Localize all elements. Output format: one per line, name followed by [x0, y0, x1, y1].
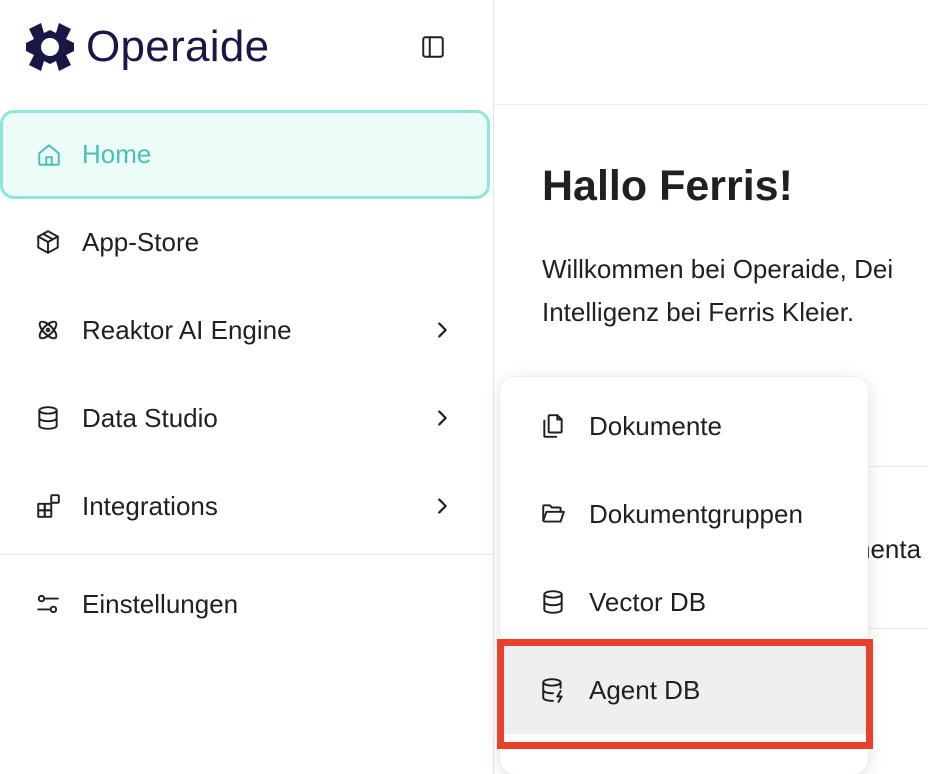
panel-left-icon — [422, 36, 444, 58]
menu-item-label: Agent DB — [589, 674, 701, 705]
files-icon — [540, 413, 566, 439]
menu-item-label: Dokumente — [589, 410, 722, 441]
package-icon — [34, 228, 62, 256]
app-window: Operaide Home App-Store Reaktor AI Engin… — [0, 0, 928, 774]
sidebar-item-label: Integrations — [82, 490, 218, 521]
database-zap-icon — [540, 677, 566, 703]
folder-open-icon — [540, 501, 566, 527]
welcome-line: Intelligenz bei Ferris Kleier. — [542, 297, 855, 327]
sidebar-item-integrations[interactable]: Integrations — [0, 463, 493, 549]
sidebar-item-label: Reaktor AI Engine — [82, 314, 292, 345]
sidebar-item-einstellungen[interactable]: Einstellungen — [0, 561, 493, 647]
sidebar: Operaide Home App-Store Reaktor AI Engin… — [0, 0, 494, 774]
sidebar-item-home[interactable]: Home — [0, 110, 490, 199]
menu-item-agent-db[interactable]: Agent DB — [500, 646, 868, 734]
chevron-right-icon[interactable] — [430, 494, 454, 518]
database-icon — [34, 404, 62, 432]
blocks-icon — [34, 492, 62, 520]
data-studio-submenu: Dokumente Dokumentgruppen Vector DB Agen… — [500, 377, 868, 774]
chevron-right-icon[interactable] — [430, 318, 454, 342]
chevron-right-icon[interactable] — [430, 406, 454, 430]
welcome-line: Willkommen bei Operaide, Dei — [542, 254, 894, 284]
sidebar-collapse-button[interactable] — [418, 32, 448, 62]
sliders-icon — [34, 590, 62, 618]
page-title: Hallo Ferris! — [542, 162, 793, 210]
sidebar-item-label: Home — [82, 139, 152, 169]
atom-icon — [34, 316, 62, 344]
sidebar-item-app-store[interactable]: App-Store — [0, 199, 493, 285]
menu-item-label: Dokumentgruppen — [589, 498, 803, 529]
card-divider — [869, 628, 928, 629]
welcome-text: Willkommen bei Operaide, Dei Intelligenz… — [542, 248, 928, 334]
card-divider — [869, 466, 928, 467]
operaide-logo-icon — [26, 23, 74, 71]
sidebar-item-label: App-Store — [82, 226, 200, 257]
sidebar-divider — [0, 554, 493, 555]
sidebar-item-label: Data Studio — [82, 402, 218, 433]
menu-item-dokumente[interactable]: Dokumente — [500, 382, 868, 470]
menu-item-vector-db[interactable]: Vector DB — [500, 558, 868, 646]
menu-item-dokumentgruppen[interactable]: Dokumentgruppen — [500, 470, 868, 558]
menu-item-label: Vector DB — [589, 586, 707, 617]
brand-logo[interactable]: Operaide — [22, 18, 269, 76]
brand-name: Operaide — [86, 22, 270, 71]
sidebar-item-data-studio[interactable]: Data Studio — [0, 375, 493, 461]
sidebar-item-label: Einstellungen — [82, 588, 239, 619]
home-icon — [35, 141, 63, 169]
sidebar-item-reaktor-ai-engine[interactable]: Reaktor AI Engine — [0, 287, 493, 373]
header-divider — [494, 104, 928, 105]
database-icon — [540, 589, 566, 615]
